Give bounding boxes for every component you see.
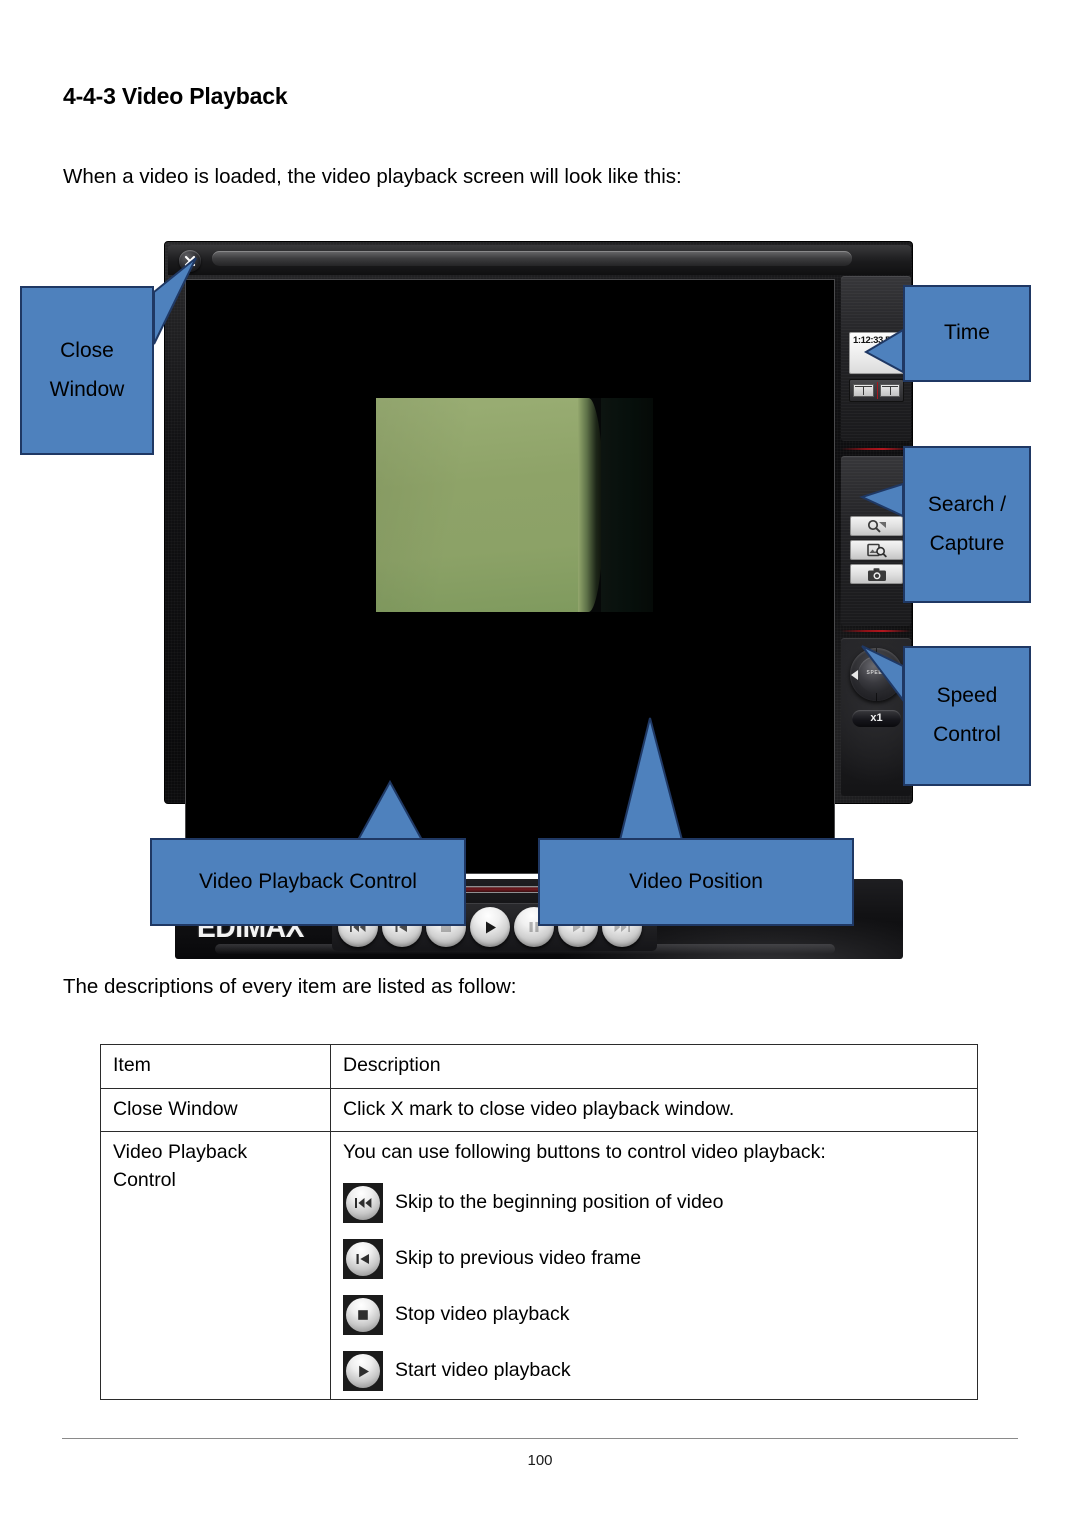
play-button[interactable] (470, 907, 510, 947)
image-search-button[interactable] (850, 540, 903, 560)
table-header-item: Item (100, 1044, 331, 1089)
callout-close-window-line1: Close (60, 338, 114, 362)
list-item: Stop video playback (343, 1295, 965, 1336)
image-search-icon (866, 543, 887, 557)
table-cell-item-line2: Control (113, 1169, 176, 1192)
callout-speed-control-line2: Control (933, 723, 1001, 746)
list-item-label: Stop video playback (395, 1303, 570, 1326)
previous-frame-icon-swatch (343, 1239, 383, 1280)
speed-dial-label: SPEED (866, 670, 887, 676)
footer-divider (62, 1438, 1018, 1439)
magnifier-arrow-icon (867, 519, 886, 533)
callout-close-window: Close Window (20, 286, 154, 455)
callout-time-line1: Time (944, 321, 990, 345)
play-icon-swatch (343, 1351, 383, 1392)
list-item-label: Start video playback (395, 1359, 571, 1382)
callout-close-window-line2: Window (49, 377, 125, 401)
callout-search-capture-line2: Capture (929, 531, 1005, 555)
list-item: Skip to previous video frame (343, 1239, 965, 1280)
table-cell-description-close-window: Click X mark to close video playback win… (330, 1087, 978, 1133)
table-header-row: Item Description (100, 1044, 978, 1089)
page-title: 4-4-3 Video Playback (63, 83, 288, 109)
table-cell-item-close-window: Close Window (100, 1087, 331, 1133)
titlebar-gloss (212, 251, 852, 266)
camera-icon (867, 567, 886, 581)
time-display-value: 1:12:33 PM (853, 335, 899, 346)
skip-to-beginning-icon-swatch (343, 1183, 383, 1224)
close-x-icon (184, 255, 196, 267)
table-cell-item-video-playback-control: Video Playback Control (100, 1131, 331, 1401)
video-content-background (601, 398, 653, 612)
table-header-description: Description (330, 1044, 978, 1089)
play-icon (485, 921, 496, 933)
close-window-button[interactable] (179, 250, 201, 272)
video-canvas[interactable] (185, 279, 835, 874)
intro-paragraph: When a video is loaded, the video playba… (63, 165, 682, 188)
table-row: Close Window Click X mark to close video… (100, 1087, 978, 1133)
time-display: 1:12:33 PM (849, 332, 904, 374)
callout-video-playback-control: Video Playback Control (150, 838, 466, 926)
layout-divider (876, 382, 878, 399)
list-item-label: Skip to the beginning position of video (395, 1191, 724, 1214)
play-icon (358, 1365, 369, 1377)
step-backward-icon (356, 1254, 369, 1265)
callout-speed-control: Speed Control (903, 646, 1031, 786)
layout-buttons-group[interactable] (849, 379, 904, 402)
callout-video-playback-control-line1: Video Playback Control (199, 869, 417, 893)
player-titlebar (168, 245, 911, 275)
callout-search-capture: Search / Capture (903, 446, 1031, 603)
list-item-label: Skip to previous video frame (395, 1247, 642, 1270)
description-table: Item Description Close Window Click X ma… (100, 1044, 978, 1401)
panel-divider-2 (841, 630, 911, 632)
table-intro-paragraph: The descriptions of every item are liste… (63, 975, 517, 998)
callout-video-position: Video Position (538, 838, 854, 926)
callout-speed-control-line1: Speed (936, 684, 998, 708)
list-item: Start video playback (343, 1351, 965, 1392)
video-frame (376, 398, 653, 612)
skip-backward-icon (354, 1198, 371, 1209)
panel-divider-1 (841, 448, 911, 450)
table-row: Video Playback Control You can use follo… (100, 1131, 978, 1401)
search-button[interactable] (850, 516, 903, 536)
stop-icon-swatch (343, 1295, 383, 1336)
snapshot-button[interactable] (850, 564, 903, 584)
speed-value-display: x1 (852, 710, 901, 727)
layout-quad-button[interactable] (879, 384, 900, 397)
stop-icon (358, 1310, 368, 1320)
table-cell-description-video-playback-control: You can use following buttons to control… (330, 1131, 978, 1401)
layout-single-button[interactable] (853, 384, 874, 397)
player-side-panel: 1:12:33 PM SPEED x1 (841, 276, 911, 796)
video-content-leaf (376, 398, 588, 612)
callout-video-position-line1: Video Position (629, 869, 763, 893)
video-playback-window: 1:12:33 PM SPEED x1 EDIMAX (164, 241, 913, 959)
speed-dial[interactable]: SPEED (850, 648, 903, 701)
table-cell-description-intro: You can use following buttons to control… (343, 1141, 826, 1164)
callout-search-capture-line1: Search / (927, 492, 1007, 516)
list-item: Skip to the beginning position of video (343, 1183, 965, 1224)
page-number: 100 (527, 1452, 553, 1469)
table-cell-item-line1: Video Playback (113, 1141, 248, 1164)
callout-time: Time (903, 285, 1031, 382)
